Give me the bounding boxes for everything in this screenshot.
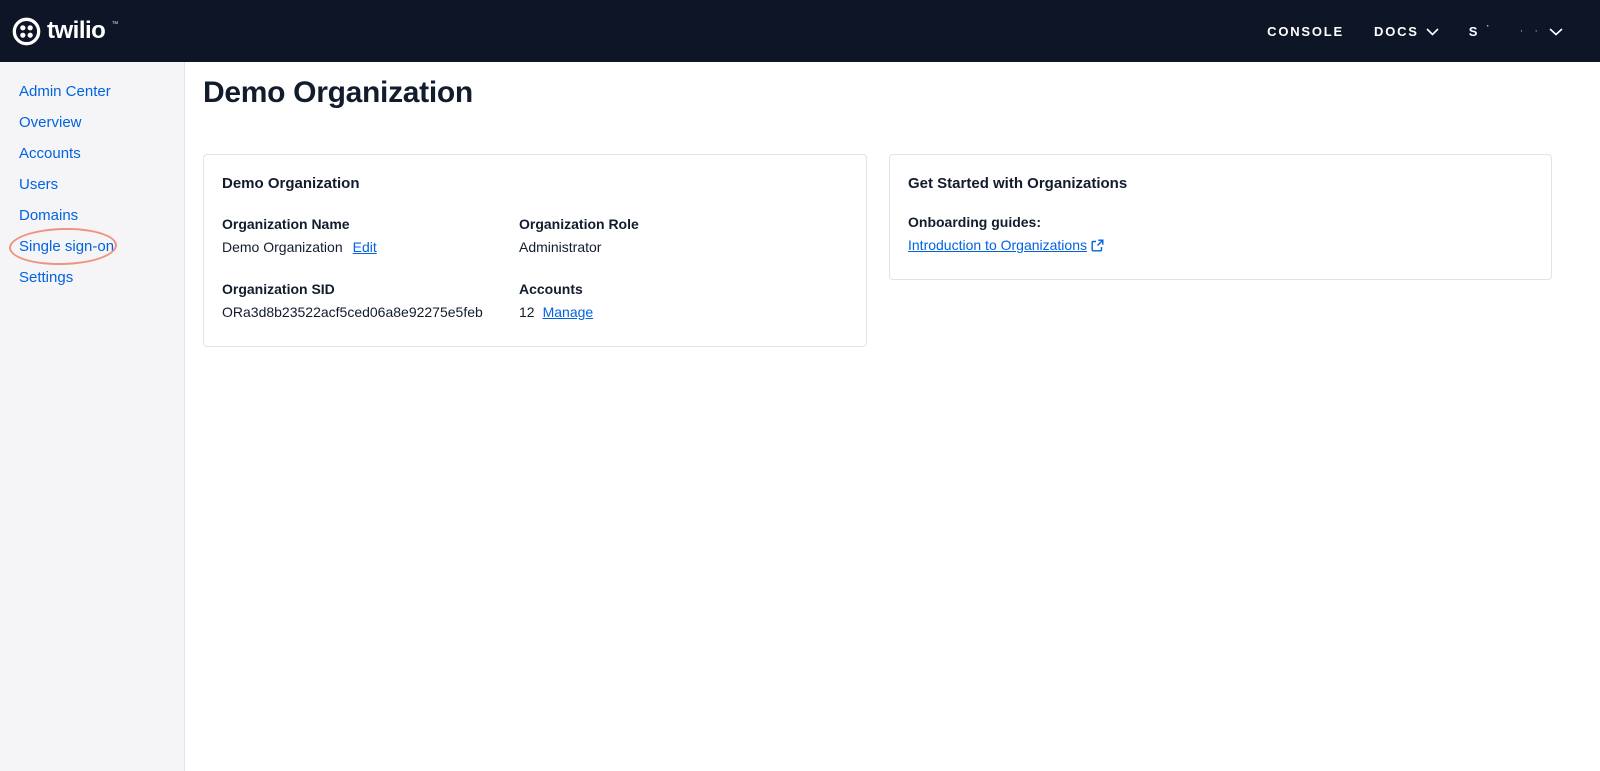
nav-account-dots: · · [1520, 25, 1542, 37]
get-started-card: Get Started with Organizations Onboardin… [889, 154, 1552, 280]
organization-card-title: Demo Organization [222, 175, 848, 192]
main-content: Demo Organization Demo Organization Orga… [185, 62, 1600, 771]
sidebar-item-accounts[interactable]: Accounts [0, 138, 184, 169]
trademark: ™ [111, 20, 118, 30]
sidebar-item-label: Settings [19, 269, 73, 286]
field-label: Organization Role [519, 216, 848, 232]
organization-sid-value: ORa3d8b23522acf5ced06a8e92275e5feb [222, 304, 483, 320]
manage-accounts-link[interactable]: Manage [543, 304, 594, 320]
sidebar-item-domains[interactable]: Domains [0, 200, 184, 231]
organization-role-value: Administrator [519, 239, 601, 255]
sidebar-item-label: Single sign-on [19, 238, 114, 255]
field-organization-sid: Organization SID ORa3d8b23522acf5ced06a8… [222, 281, 519, 320]
app-window: twilio ™ CONSOLE DOCS S · · · [0, 0, 1600, 771]
field-label: Organization Name [222, 216, 519, 232]
nav-docs-menu[interactable]: DOCS [1374, 24, 1439, 39]
field-accounts: Accounts 12 Manage [519, 281, 848, 320]
introduction-to-organizations-link[interactable]: Introduction to Organizations [908, 237, 1087, 253]
nav-support-menu[interactable]: S · [1469, 24, 1490, 39]
sidebar-item-label: Domains [19, 207, 78, 224]
sidebar-item-label: Accounts [19, 145, 81, 162]
accounts-count-value: 12 [519, 304, 535, 320]
twilio-logo[interactable]: twilio ™ [12, 17, 118, 46]
cards-row: Demo Organization Organization Name Demo… [203, 154, 1552, 347]
onboarding-guides-label: Onboarding guides: [908, 214, 1533, 230]
chevron-down-icon [1549, 28, 1563, 36]
field-label: Accounts [519, 281, 848, 297]
field-label: Organization SID [222, 281, 519, 297]
get-started-card-title: Get Started with Organizations [908, 175, 1533, 192]
sidebar-item-single-sign-on[interactable]: Single sign-on [0, 231, 184, 262]
sidebar: Admin Center Overview Accounts Users Dom… [0, 62, 185, 771]
nav-support-label: S [1469, 24, 1479, 39]
twilio-logo-icon [12, 17, 41, 46]
sidebar-item-label: Admin Center [19, 83, 111, 100]
nav-account-menu[interactable]: · · [1520, 25, 1563, 37]
sidebar-item-users[interactable]: Users [0, 169, 184, 200]
nav-console-label: CONSOLE [1267, 24, 1344, 39]
sidebar-item-overview[interactable]: Overview [0, 107, 184, 138]
nav-support-dot: · [1486, 23, 1489, 31]
main-layout: Admin Center Overview Accounts Users Dom… [0, 62, 1600, 771]
page-title: Demo Organization [203, 76, 1552, 110]
top-navbar: twilio ™ CONSOLE DOCS S · · · [0, 0, 1600, 62]
brand-wordmark: twilio [47, 17, 105, 45]
field-organization-name: Organization Name Demo Organization Edit [222, 216, 519, 255]
sidebar-item-settings[interactable]: Settings [0, 262, 184, 293]
sidebar-item-admin-center[interactable]: Admin Center [0, 76, 184, 107]
edit-organization-name-link[interactable]: Edit [353, 239, 377, 255]
nav-console-link[interactable]: CONSOLE [1267, 24, 1344, 39]
navbar-right: CONSOLE DOCS S · · · [1267, 24, 1563, 39]
external-link-icon [1091, 239, 1104, 252]
organization-fields: Organization Name Demo Organization Edit… [222, 216, 848, 320]
sidebar-item-label: Users [19, 176, 58, 193]
nav-docs-label: DOCS [1374, 24, 1419, 39]
sidebar-item-label: Overview [19, 114, 82, 131]
field-organization-role: Organization Role Administrator [519, 216, 848, 255]
chevron-down-icon [1426, 28, 1439, 36]
organization-card: Demo Organization Organization Name Demo… [203, 154, 867, 347]
organization-name-value: Demo Organization [222, 239, 343, 255]
